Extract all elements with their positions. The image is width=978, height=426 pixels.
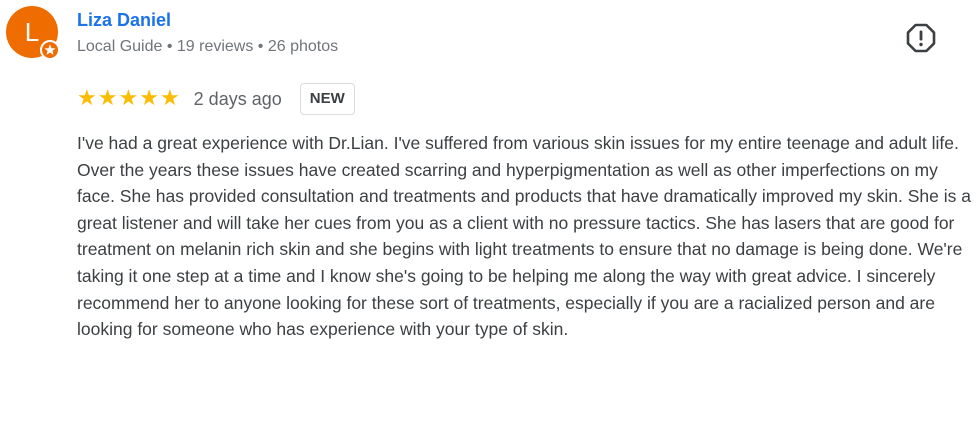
rating-row: ★ ★ ★ ★ ★ 2 days ago NEW (77, 82, 355, 116)
star-icon: ★ (118, 86, 139, 111)
review-text: I've had a great experience with Dr.Lian… (77, 133, 971, 340)
star-icon: ★ (159, 86, 180, 111)
star-icon: ★ (97, 86, 118, 111)
star-icon: ★ (77, 86, 97, 111)
star-icon: ★ (139, 86, 159, 111)
new-badge: NEW (299, 83, 355, 115)
reviewer-name[interactable]: Liza Daniel (77, 10, 171, 31)
report-button[interactable] (904, 21, 938, 55)
star-rating: ★ ★ ★ ★ ★ (77, 88, 180, 110)
reviewer-meta: Local Guide • 19 reviews • 26 photos (77, 38, 339, 55)
local-guide-star-icon (40, 40, 60, 60)
report-icon (906, 23, 936, 53)
review-date: 2 days ago (193, 88, 282, 109)
reviewer-avatar[interactable]: L (6, 6, 62, 62)
